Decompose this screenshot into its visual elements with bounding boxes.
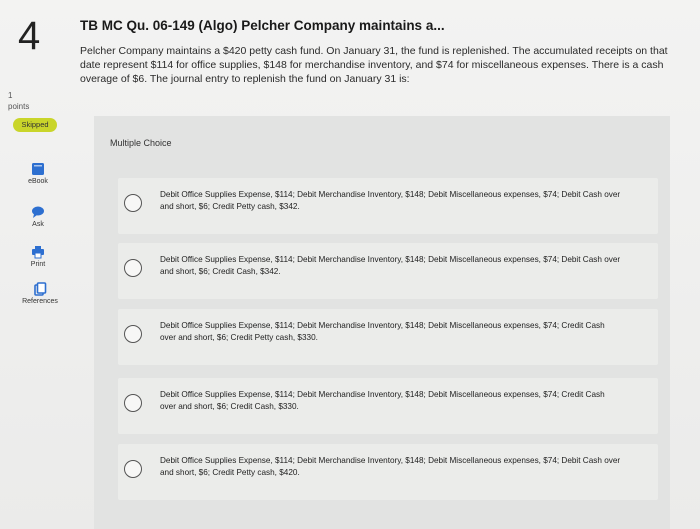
points-value: 1 [8,91,13,100]
multiple-choice-panel: Multiple Choice Debit Office Supplies Ex… [94,116,670,529]
answer-option-text: Debit Office Supplies Expense, $114; Deb… [160,456,621,477]
book-icon [32,163,44,175]
multiple-choice-label: Multiple Choice [110,138,172,148]
printer-icon [32,246,44,259]
question-page: 4 1 points Skipped eBook Ask Print Refer… [0,0,700,529]
answer-option-text: Debit Office Supplies Expense, $114; Deb… [160,321,605,342]
answer-option-text: Debit Office Supplies Expense, $114; Deb… [160,390,605,411]
radio-button[interactable] [124,194,142,212]
radio-button[interactable] [124,460,142,478]
answer-option-text: Debit Office Supplies Expense, $114; Deb… [160,190,621,211]
answer-option-3[interactable]: Debit Office Supplies Expense, $114; Deb… [118,309,658,365]
ebook-label: eBook [28,178,48,185]
radio-button[interactable] [124,259,142,277]
ebook-button[interactable]: eBook [18,162,58,185]
question-title: TB MC Qu. 06-149 (Algo) Pelcher Company … [80,18,445,33]
status-badge: Skipped [13,118,57,132]
answer-option-4[interactable]: Debit Office Supplies Expense, $114; Deb… [118,378,658,434]
references-button[interactable]: References [20,282,60,305]
ask-label: Ask [32,221,44,228]
copy-icon [34,282,47,296]
print-button[interactable]: Print [18,245,58,268]
radio-button[interactable] [124,325,142,343]
question-stem: Pelcher Company maintains a $420 petty c… [80,45,668,85]
question-number: 4 [18,14,41,58]
ask-button[interactable]: Ask [18,205,58,228]
references-label: References [22,298,58,305]
radio-button[interactable] [124,394,142,412]
answer-option-5[interactable]: Debit Office Supplies Expense, $114; Deb… [118,444,658,500]
answer-option-1[interactable]: Debit Office Supplies Expense, $114; Deb… [118,178,658,234]
print-label: Print [30,261,46,268]
answer-option-text: Debit Office Supplies Expense, $114; Deb… [160,255,621,276]
points-block: 1 points [8,90,29,112]
points-label: points [8,102,30,111]
answer-option-2[interactable]: Debit Office Supplies Expense, $114; Deb… [118,243,658,299]
speech-bubble-icon [32,206,44,218]
